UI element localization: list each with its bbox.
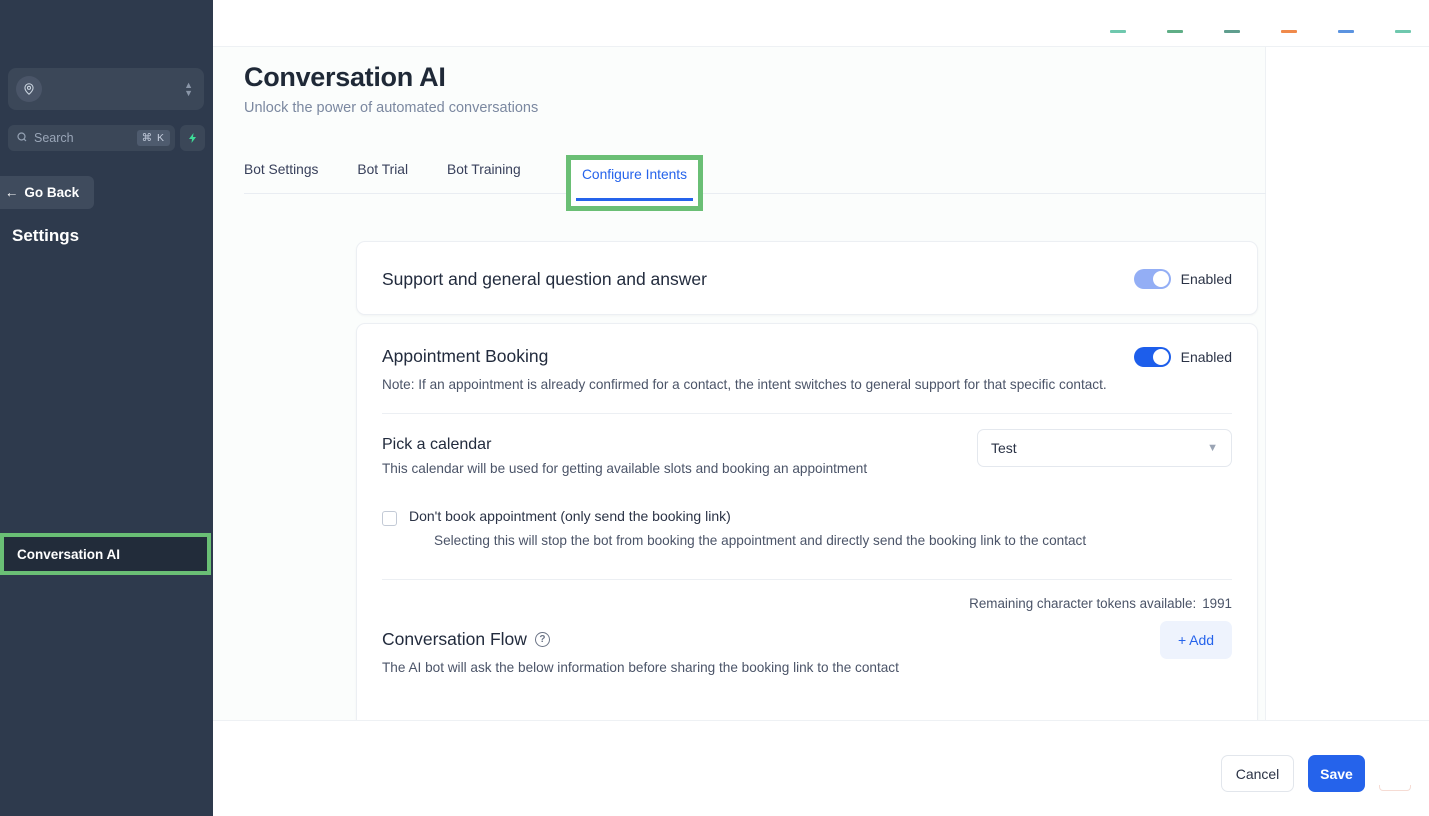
topbar-icon-1[interactable] bbox=[1110, 30, 1126, 33]
sidebar-search-row: Search ⌘ K bbox=[8, 125, 205, 151]
token-counter-value: 1991 bbox=[1202, 596, 1232, 611]
booking-card-heading: Appointment Booking bbox=[382, 346, 549, 366]
no-book-checkbox[interactable] bbox=[382, 511, 397, 526]
conversation-flow-title: Conversation Flow bbox=[382, 629, 527, 649]
go-back-label: Go Back bbox=[24, 185, 80, 200]
topbar-icon-4[interactable] bbox=[1281, 30, 1297, 33]
booking-note: Note: If an appointment is already confi… bbox=[382, 377, 1107, 392]
chevron-down-icon: ▼ bbox=[1207, 442, 1218, 454]
token-counter: Remaining character tokens available: 199… bbox=[357, 580, 1257, 611]
tab-configure-intents-highlight: Configure Intents bbox=[566, 155, 703, 211]
user-location-icon bbox=[16, 76, 42, 102]
support-card-row: Support and general question and answer … bbox=[357, 242, 1257, 316]
footer-action-bar: Cancel Save bbox=[213, 720, 1429, 816]
sidebar-section-title: Settings bbox=[12, 226, 80, 245]
lightning-bolt-icon[interactable] bbox=[180, 125, 205, 151]
partial-widget bbox=[1379, 785, 1411, 791]
add-flow-button[interactable]: + Add bbox=[1160, 621, 1232, 659]
conversation-flow-help: The AI bot will ask the below informatio… bbox=[382, 660, 899, 675]
cancel-button[interactable]: Cancel bbox=[1221, 755, 1294, 792]
calendar-select-value: Test bbox=[991, 440, 1017, 456]
save-button[interactable]: Save bbox=[1308, 755, 1365, 792]
active-tab-underline bbox=[576, 198, 693, 201]
booking-toggle-label: Enabled bbox=[1180, 348, 1232, 365]
support-toggle-wrap: Enabled bbox=[1133, 269, 1232, 289]
search-icon bbox=[16, 131, 28, 146]
sidebar: ▲ ▼ Search ⌘ K ← Go Back Settings Conver… bbox=[0, 0, 213, 816]
question-mark-circle-icon[interactable]: ? bbox=[534, 632, 550, 647]
topbar-icon-3[interactable] bbox=[1224, 30, 1240, 33]
calendar-select[interactable]: Test ▼ bbox=[977, 429, 1232, 467]
tab-bar: Bot Settings Bot Trial Bot Training Conf… bbox=[244, 155, 1366, 211]
pick-calendar-block: Pick a calendar This calendar will be us… bbox=[357, 414, 1257, 476]
toggle-knob bbox=[1152, 348, 1169, 365]
sidebar-item-label: Conversation AI bbox=[17, 546, 121, 562]
support-card-heading: Support and general question and answer bbox=[382, 268, 707, 289]
content-area: Conversation AI Unlock the power of auto… bbox=[213, 47, 1366, 729]
go-back-button[interactable]: ← Go Back bbox=[0, 176, 94, 209]
conversation-flow-title-row: Conversation Flow ? bbox=[382, 629, 1232, 650]
tab-bot-trial[interactable]: Bot Trial bbox=[357, 155, 408, 190]
app-root: ▲ ▼ Search ⌘ K ← Go Back Settings Conver… bbox=[0, 0, 1429, 816]
arrow-left-icon: ← bbox=[4, 185, 19, 200]
appointment-booking-card: Appointment Booking Enabled Note: If an … bbox=[356, 323, 1258, 729]
toggle-knob bbox=[1152, 271, 1169, 287]
add-flow-label: Add bbox=[1189, 632, 1215, 648]
page-subtitle: Unlock the power of automated conversati… bbox=[244, 100, 539, 116]
booking-card-header: Appointment Booking Enabled Note: If an … bbox=[357, 324, 1257, 414]
no-book-checkbox-label: Don't book appointment (only send the bo… bbox=[409, 508, 731, 524]
search-input[interactable]: Search ⌘ K bbox=[8, 125, 175, 151]
topbar-icon-6[interactable] bbox=[1395, 30, 1411, 33]
chevron-up-down-icon: ▲ ▼ bbox=[184, 80, 193, 98]
no-book-checkbox-block[interactable]: Don't book appointment (only send the bo… bbox=[357, 508, 1257, 526]
support-intent-card: Support and general question and answer … bbox=[356, 241, 1258, 315]
tab-configure-intents[interactable]: Configure Intents bbox=[582, 160, 687, 195]
footer-buttons: Cancel Save bbox=[1221, 755, 1365, 792]
top-bar bbox=[213, 0, 1429, 47]
topbar-icon-group bbox=[1110, 30, 1411, 33]
page-title: Conversation AI bbox=[244, 62, 446, 92]
main-panel: Conversation AI Unlock the power of auto… bbox=[213, 0, 1429, 816]
tab-bot-settings[interactable]: Bot Settings bbox=[244, 155, 318, 190]
sidebar-item-conversation-ai[interactable]: Conversation AI bbox=[0, 533, 211, 575]
org-switcher[interactable]: ▲ ▼ bbox=[8, 68, 204, 110]
support-toggle-label: Enabled bbox=[1180, 271, 1232, 287]
topbar-icon-2[interactable] bbox=[1167, 30, 1183, 33]
content-right-gutter bbox=[1266, 47, 1429, 720]
plus-icon: + bbox=[1177, 632, 1187, 648]
topbar-icon-5[interactable] bbox=[1338, 30, 1354, 33]
booking-enabled-toggle[interactable] bbox=[1133, 346, 1171, 367]
booking-toggle-wrap: Enabled bbox=[1133, 346, 1232, 367]
token-counter-label: Remaining character tokens available: bbox=[969, 596, 1197, 611]
no-book-checkbox-help: Selecting this will stop the bot from bo… bbox=[434, 533, 1087, 548]
support-enabled-toggle[interactable] bbox=[1133, 269, 1171, 289]
search-placeholder: Search bbox=[34, 131, 74, 145]
search-shortcut-badge: ⌘ K bbox=[136, 130, 170, 146]
tab-bot-training[interactable]: Bot Training bbox=[447, 155, 521, 190]
conversation-flow-block: Conversation Flow ? The AI bot will ask … bbox=[357, 611, 1257, 675]
